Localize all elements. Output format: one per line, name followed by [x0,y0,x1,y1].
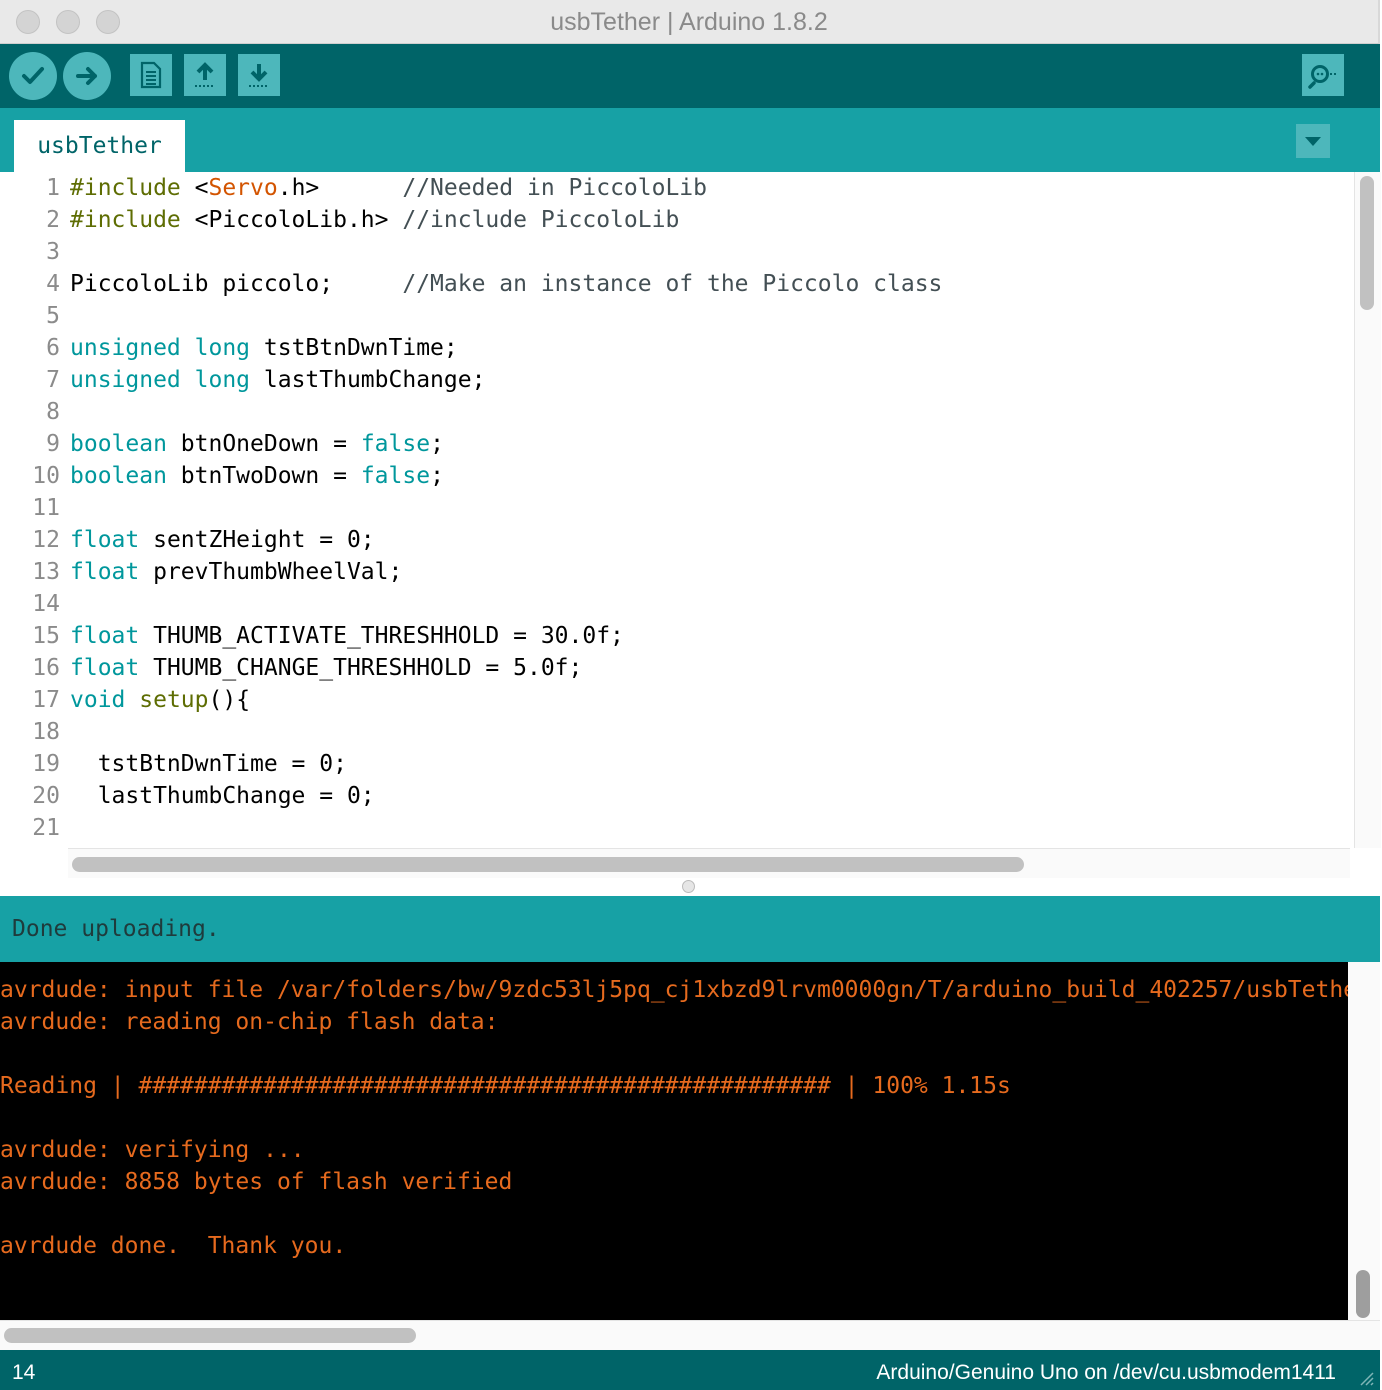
checkmark-icon [22,67,44,84]
code-text[interactable]: PiccoloLib piccolo; //Make an instance o… [70,268,942,300]
triangle-down-icon [1305,137,1321,146]
line-number: 7 [46,367,60,393]
code-text[interactable]: unsigned long lastThumbChange; [70,364,485,396]
code-text[interactable]: float sentZHeight = 0; [70,524,375,556]
code-line[interactable]: 15 float THUMB_ACTIVATE_THRESHHOLD = 30.0… [0,620,1350,652]
code-text[interactable]: boolean btnOneDown = false; [70,428,444,460]
code-line[interactable]: 10 boolean btnTwoDown = false; [0,460,1350,492]
arrow-right-icon [76,67,97,85]
code-line[interactable]: 14 [0,588,1350,620]
line-number: 2 [46,207,60,233]
console-line: avrdude: 8858 bytes of flash verified [0,1169,513,1195]
line-number: 4 [46,271,60,297]
status-message: Done uploading. [12,916,220,942]
open-sketch-button[interactable] [184,54,226,96]
editor-horizontal-scroll-thumb[interactable] [72,857,1024,872]
editor-vertical-scrollbar[interactable] [1354,172,1381,848]
code-line[interactable]: 2 #include <PiccoloLib.h> //include Picco… [0,204,1350,236]
code-text[interactable]: float THUMB_CHANGE_THRESHHOLD = 5.0f; [70,652,582,684]
open-arrow-up-icon [195,62,215,87]
editor-horizontal-scrollbar[interactable] [68,848,1350,879]
line-number: 1 [46,175,60,201]
code-line[interactable]: 21 [0,812,1350,844]
tab-usbtether[interactable]: usbTether [14,120,185,172]
line-number: 17 [32,687,60,713]
console-line: avrdude: reading on-chip flash data: [0,1009,499,1035]
line-number: 9 [46,431,60,457]
code-line[interactable]: 7 unsigned long lastThumbChange; [0,364,1350,396]
line-number: 8 [46,399,60,425]
new-sketch-button[interactable] [130,54,172,96]
console-line: avrdude: verifying ... [0,1137,305,1163]
save-arrow-down-icon [249,64,269,87]
code-text[interactable]: float prevThumbWheelVal; [70,556,402,588]
console-horizontal-scroll-thumb[interactable] [4,1328,416,1343]
code-text[interactable]: tstBtnDwnTime = 0; [70,748,347,780]
tab-bar: usbTether [0,108,1380,172]
footer-bar: 14 Arduino/Genuino Uno on /dev/cu.usbmod… [0,1350,1380,1390]
tab-menu-button[interactable] [1296,124,1330,158]
code-line[interactable]: 1 #include <Servo.h> //Needed in PiccoloL… [0,172,1350,204]
window-title: usbTether | Arduino 1.8.2 [550,8,828,36]
code-text[interactable]: void setup(){ [70,684,250,716]
code-line[interactable]: 11 [0,492,1350,524]
code-editor[interactable]: 1 #include <Servo.h> //Needed in PiccoloL… [0,172,1350,880]
console-line: avrdude: input file /var/folders/bw/9zdc… [0,977,1348,1003]
code-text[interactable]: float THUMB_ACTIVATE_THRESHHOLD = 30.0f; [70,620,624,652]
title-bar: usbTether | Arduino 1.8.2 [0,0,1380,44]
line-number: 11 [32,495,60,521]
resize-grip-icon[interactable] [1354,1366,1374,1386]
console-output[interactable]: avrdude: input file /var/folders/bw/9zdc… [0,962,1348,1320]
console-line: Reading | ##############################… [0,1073,1011,1099]
code-line[interactable]: 6 unsigned long tstBtnDwnTime; [0,332,1350,364]
save-sketch-button[interactable] [238,54,280,96]
code-text[interactable]: #include <PiccoloLib.h> //include Piccol… [70,204,679,236]
line-number: 19 [32,751,60,777]
toolbar [0,44,1380,108]
line-number: 3 [46,239,60,265]
pane-splitter[interactable] [0,878,1380,896]
line-number: 5 [46,303,60,329]
line-number: 16 [32,655,60,681]
code-line[interactable]: 9 boolean btnOneDown = false; [0,428,1350,460]
line-number: 20 [32,783,60,809]
line-number: 6 [46,335,60,361]
code-text[interactable]: unsigned long tstBtnDwnTime; [70,332,458,364]
code-line[interactable]: 13 float prevThumbWheelVal; [0,556,1350,588]
line-number: 14 [32,591,60,617]
console-horizontal-scrollbar[interactable] [0,1320,1380,1351]
editor-vertical-scroll-thumb[interactable] [1360,176,1374,310]
splitter-handle[interactable] [682,880,695,893]
upload-button[interactable] [63,52,111,100]
status-bar: Done uploading. [0,896,1380,962]
code-line[interactable]: 5 [0,300,1350,332]
line-number: 21 [32,815,60,841]
console-vertical-scroll-thumb[interactable] [1356,1270,1370,1318]
line-number: 10 [32,463,60,489]
new-file-icon [140,61,162,89]
code-line[interactable]: 8 [0,396,1350,428]
code-line[interactable]: 4 PiccoloLib piccolo; //Make an instance … [0,268,1350,300]
line-number: 13 [32,559,60,585]
console-line: avrdude done. Thank you. [0,1233,347,1259]
code-line[interactable]: 16 float THUMB_CHANGE_THRESHHOLD = 5.0f; [0,652,1350,684]
line-number: 18 [32,719,60,745]
code-line[interactable]: 19 tstBtnDwnTime = 0; [0,748,1350,780]
console-vertical-scrollbar[interactable] [1348,962,1380,1320]
code-text[interactable]: boolean btnTwoDown = false; [70,460,444,492]
code-line[interactable]: 12 float sentZHeight = 0; [0,524,1350,556]
line-number: 15 [32,623,60,649]
code-text[interactable]: lastThumbChange = 0; [70,780,375,812]
magnifier-icon [1308,65,1337,89]
code-line[interactable]: 20 lastThumbChange = 0; [0,780,1350,812]
current-line-number: 14 [12,1361,36,1384]
board-port-label: Arduino/Genuino Uno on /dev/cu.usbmodem1… [876,1361,1336,1384]
verify-button[interactable] [9,52,57,100]
serial-monitor-button[interactable] [1302,54,1344,96]
code-line[interactable]: 17 void setup(){ [0,684,1350,716]
line-number: 12 [32,527,60,553]
code-text[interactable]: #include <Servo.h> //Needed in PiccoloLi… [70,172,707,204]
code-line[interactable]: 18 [0,716,1350,748]
code-line[interactable]: 3 [0,236,1350,268]
